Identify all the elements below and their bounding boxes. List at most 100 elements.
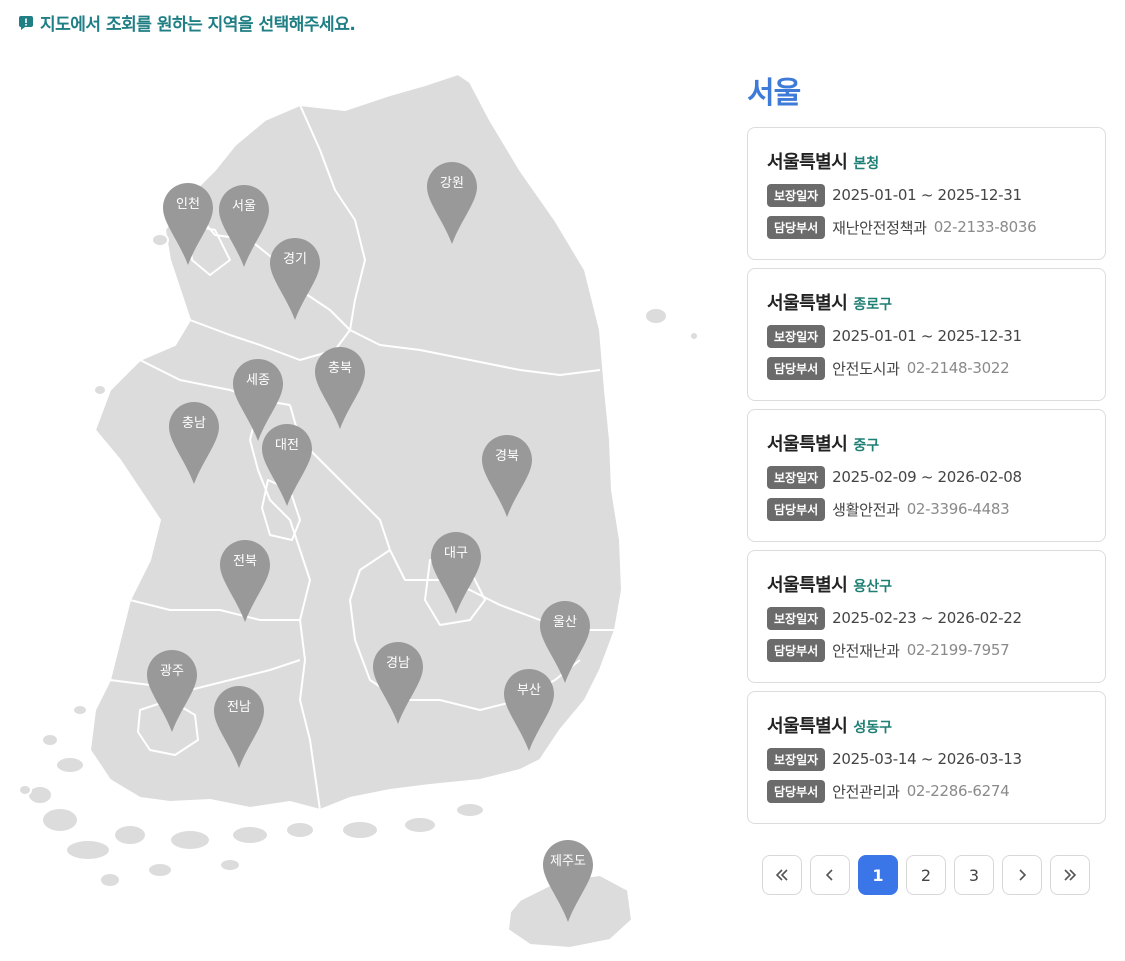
region-title: 서울 — [747, 76, 801, 111]
card-header: 서울특별시 본청 — [767, 148, 1087, 174]
last-page-button[interactable] — [1050, 855, 1090, 895]
map-pin-11[interactable]: 전북 — [218, 538, 272, 624]
agency-card[interactable]: 서울특별시 본청보장일자 2025-01-01 ~ 2025-12-31 담당부서 재난… — [747, 127, 1106, 260]
double-chevron-right-icon — [1064, 869, 1077, 881]
phone-value: 02-3396-4483 — [906, 500, 1010, 518]
notice-text: 지도에서 조회를 원하는 지역을 선택해주세요. — [40, 15, 356, 35]
period-value: 2025-02-09 ~ 2026-02-08 — [832, 468, 1022, 486]
map-pin-16[interactable]: 전남 — [212, 684, 266, 770]
dept-value: 안전재난과 — [832, 641, 900, 660]
map-pin-label: 인천 — [176, 197, 200, 212]
korea-map-shape — [18, 73, 699, 949]
map-pin-label: 충남 — [182, 416, 206, 431]
card-subtitle: 중구 — [853, 438, 880, 454]
dept-value: 생활안전과 — [832, 500, 900, 519]
phone-value: 02-2148-3022 — [906, 359, 1010, 377]
card-title: 서울특별시 — [767, 716, 848, 737]
card-subtitle: 본청 — [853, 156, 880, 172]
card-subtitle: 용산구 — [853, 579, 892, 595]
map-pin-8[interactable]: 대전 — [260, 422, 314, 508]
period-row: 보장일자 2025-03-14 ~ 2026-03-13 — [767, 747, 1087, 771]
map-pin-4[interactable]: 경기 — [268, 236, 322, 322]
dept-row: 담당부서 생활안전과 02-3396-4483 — [767, 497, 1087, 521]
map-pin-label: 부산 — [517, 683, 541, 698]
map-pin-label: 전남 — [227, 700, 251, 715]
agency-card-list: 서울특별시 본청보장일자 2025-01-01 ~ 2025-12-31 담당부서 재난… — [747, 127, 1106, 832]
page-2-button[interactable]: 2 — [906, 855, 946, 895]
period-tag: 보장일자 — [767, 324, 826, 348]
card-title: 서울특별시 — [767, 293, 848, 314]
card-header: 서울특별시 종로구 — [767, 289, 1087, 315]
card-subtitle: 종로구 — [853, 297, 892, 313]
map-pin-label: 경남 — [386, 656, 410, 671]
dept-tag: 담당부서 — [767, 356, 826, 380]
map-pin-label: 강원 — [440, 176, 464, 191]
period-tag: 보장일자 — [767, 465, 826, 489]
dept-value: 안전도시과 — [832, 359, 900, 378]
period-value: 2025-01-01 ~ 2025-12-31 — [832, 186, 1022, 204]
card-subtitle: 성동구 — [853, 720, 892, 736]
dept-value: 재난안전정책과 — [832, 218, 927, 237]
phone-value: 02-2133-8036 — [933, 218, 1037, 236]
map-pin-2[interactable]: 서울 — [217, 183, 271, 269]
dept-tag: 담당부서 — [767, 779, 826, 803]
map-pin-label: 경기 — [283, 252, 307, 267]
speech-alert-icon — [19, 15, 33, 30]
chevron-right-icon — [1019, 869, 1027, 881]
prev-page-button[interactable] — [810, 855, 850, 895]
phone-value: 02-2286-6274 — [906, 782, 1010, 800]
dept-row: 담당부서 재난안전정책과 02-2133-8036 — [767, 215, 1087, 239]
map-pin-label: 서울 — [232, 199, 256, 214]
map-pin-3[interactable]: 강원 — [425, 160, 479, 246]
map-pin-label: 광주 — [160, 664, 184, 679]
first-page-button[interactable] — [762, 855, 802, 895]
dept-row: 담당부서 안전도시과 02-2148-3022 — [767, 356, 1087, 380]
agency-card[interactable]: 서울특별시 용산구보장일자 2025-02-23 ~ 2026-02-22 담당부서 안… — [747, 550, 1106, 683]
map-pin-label: 세종 — [246, 373, 270, 388]
map-pin-7[interactable]: 충남 — [167, 400, 221, 486]
map-pin-13[interactable]: 광주 — [145, 648, 199, 734]
map-pin-label: 울산 — [553, 615, 577, 630]
card-header: 서울특별시 중구 — [767, 430, 1087, 456]
dept-tag: 담당부서 — [767, 638, 826, 662]
notice-message: 지도에서 조회를 원하는 지역을 선택해주세요. — [18, 10, 356, 35]
map-pin-6[interactable]: 충북 — [313, 345, 367, 431]
agency-card[interactable]: 서울특별시 종로구 보장일자 2025-01-01 ~ 2025-12-31 담당부서 안… — [747, 268, 1106, 401]
page-1-button[interactable]: 1 — [858, 855, 898, 895]
map-pin-label: 경북 — [495, 449, 519, 464]
map-pin-label: 제주도 — [550, 854, 586, 869]
dept-value: 안전관리과 — [832, 782, 900, 801]
chevron-left-icon — [825, 869, 833, 881]
card-title: 서울특별시 — [767, 152, 848, 173]
korea-map: 인천 서울 강원경기세종 충북충남대전경북대구전북울산광주 경남부산전남제주도 — [0, 60, 720, 960]
map-pin-label: 전북 — [233, 554, 257, 569]
card-title: 서울특별시 — [767, 434, 848, 455]
card-header: 서울특별시 성동구 — [767, 712, 1087, 738]
map-pin-label: 대전 — [275, 438, 299, 453]
period-row: 보장일자 2025-01-01 ~ 2025-12-31 — [767, 183, 1087, 207]
map-pin-9[interactable]: 경북 — [480, 433, 534, 519]
map-pin-17[interactable]: 제주도 — [541, 838, 595, 924]
period-value: 2025-03-14 ~ 2026-03-13 — [832, 750, 1022, 768]
dept-tag: 담당부서 — [767, 215, 826, 239]
next-page-button[interactable] — [1002, 855, 1042, 895]
period-tag: 보장일자 — [767, 747, 826, 771]
page-3-button[interactable]: 3 — [954, 855, 994, 895]
dept-row: 담당부서 안전관리과 02-2286-6274 — [767, 779, 1087, 803]
map-pin-label: 대구 — [444, 546, 468, 561]
phone-value: 02-2199-7957 — [906, 641, 1010, 659]
period-tag: 보장일자 — [767, 183, 826, 207]
card-title: 서울특별시 — [767, 575, 848, 596]
agency-card[interactable]: 서울특별시 중구보장일자 2025-02-09 ~ 2026-02-08 담당부서 생활… — [747, 409, 1106, 542]
map-pin-14[interactable]: 경남 — [371, 640, 425, 726]
period-value: 2025-02-23 ~ 2026-02-22 — [832, 609, 1022, 627]
map-pin-10[interactable]: 대구 — [429, 530, 483, 616]
map-pin-15[interactable]: 부산 — [502, 667, 556, 753]
map-pin-label: 충북 — [328, 361, 352, 376]
period-row: 보장일자 2025-02-23 ~ 2026-02-22 — [767, 606, 1087, 630]
map-pin-1[interactable]: 인천 — [161, 181, 215, 267]
agency-card[interactable]: 서울특별시 성동구보장일자 2025-03-14 ~ 2026-03-13 담당부서 안… — [747, 691, 1106, 824]
dept-row: 담당부서 안전재난과 02-2199-7957 — [767, 638, 1087, 662]
dept-tag: 담당부서 — [767, 497, 826, 521]
period-row: 보장일자 2025-02-09 ~ 2026-02-08 — [767, 465, 1087, 489]
